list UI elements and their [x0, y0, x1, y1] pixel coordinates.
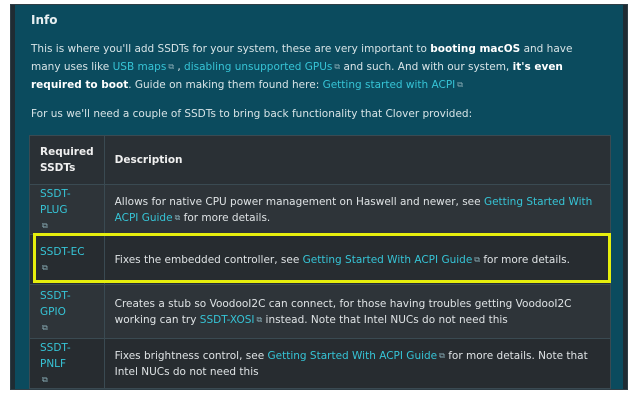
- external-link-icon: ⧉: [42, 374, 48, 384]
- ssdt-name-cell: SSDT-GPIO ⧉: [29, 284, 105, 339]
- disabling-gpus-link[interactable]: disabling unsupported GPUs: [184, 61, 332, 73]
- description-text: Fixes brightness control, see: [114, 349, 268, 362]
- header-required-ssdts: Required SSDTs: [29, 135, 105, 185]
- ssdt-intro-paragraph: For us we'll need a couple of SSDTs to b…: [31, 108, 473, 120]
- table-row: SSDT-PNLF ⧉ Fixes brightness control, see…: [29, 338, 612, 389]
- description-text: Allows for native CPU power management o…: [114, 195, 484, 208]
- ssdt-name-cell: SSDT-EC ⧉: [29, 234, 105, 285]
- intro-text-5: . Guide on making them found here:: [128, 79, 323, 91]
- info-title: Info: [31, 13, 58, 27]
- ssdt-name-cell: SSDT-PNLF ⧉: [29, 338, 105, 389]
- description-text: instead. Note that Intel NUCs do not nee…: [262, 313, 508, 326]
- table-row: SSDT-EC ⧉ Fixes the embedded controller, …: [29, 234, 612, 285]
- getting-started-acpi-link[interactable]: Getting started with ACPI: [323, 79, 456, 91]
- description-text: for more details.: [480, 253, 570, 266]
- ssdt-name-cell: SSDT-PLUG ⧉: [29, 184, 105, 235]
- ssdt-ec-link[interactable]: SSDT-EC: [40, 244, 85, 260]
- external-link-icon: ⧉: [42, 262, 48, 272]
- acpi-guide-link[interactable]: Getting Started With ACPI Guide: [303, 254, 473, 266]
- ssdt-table: Required SSDTs Description SSDT-PLUG ⧉ Al…: [29, 135, 612, 389]
- table-row: SSDT-PLUG ⧉ Allows for native CPU power m…: [29, 184, 612, 235]
- usb-maps-link[interactable]: USB maps: [113, 61, 167, 73]
- intro-text-3: ,: [174, 61, 185, 73]
- description-cell: Fixes brightness control, see Getting St…: [103, 338, 612, 389]
- header-description: Description: [103, 135, 612, 185]
- table-row: SSDT-GPIO ⧉ Creates a stub so VoodooI2C c…: [29, 284, 612, 339]
- ssdt-gpio-link[interactable]: SSDT-GPIO: [40, 288, 94, 320]
- ssdt-pnlf-link[interactable]: SSDT-PNLF: [40, 340, 94, 372]
- description-text: for more details.: [180, 211, 271, 224]
- ssdt-xosi-link[interactable]: SSDT-XOSI: [200, 314, 255, 326]
- description-cell: Fixes the embedded controller, see Getti…: [103, 234, 612, 285]
- description-text: Fixes the embedded controller, see: [114, 253, 303, 266]
- intro-text-4: and such. And with our system,: [340, 61, 513, 73]
- external-link-icon: ⧉: [457, 80, 463, 89]
- intro-text-1: This is where you'll add SSDTs for your …: [31, 43, 431, 55]
- intro-bold-1: booting macOS: [430, 43, 521, 55]
- intro-paragraph: This is where you'll add SSDTs for your …: [31, 41, 605, 94]
- acpi-guide-link[interactable]: Getting Started With ACPI Guide: [268, 350, 438, 362]
- page-frame: Info This is where you'll add SSDTs for …: [10, 4, 628, 390]
- external-link-icon: ⧉: [42, 322, 48, 332]
- description-cell: Allows for native CPU power management o…: [103, 184, 612, 235]
- table-header-row: Required SSDTs Description: [29, 135, 612, 185]
- description-cell: Creates a stub so VoodooI2C can connect,…: [103, 284, 612, 339]
- external-link-icon: ⧉: [42, 220, 48, 230]
- ssdt-plug-link[interactable]: SSDT-PLUG: [40, 186, 94, 218]
